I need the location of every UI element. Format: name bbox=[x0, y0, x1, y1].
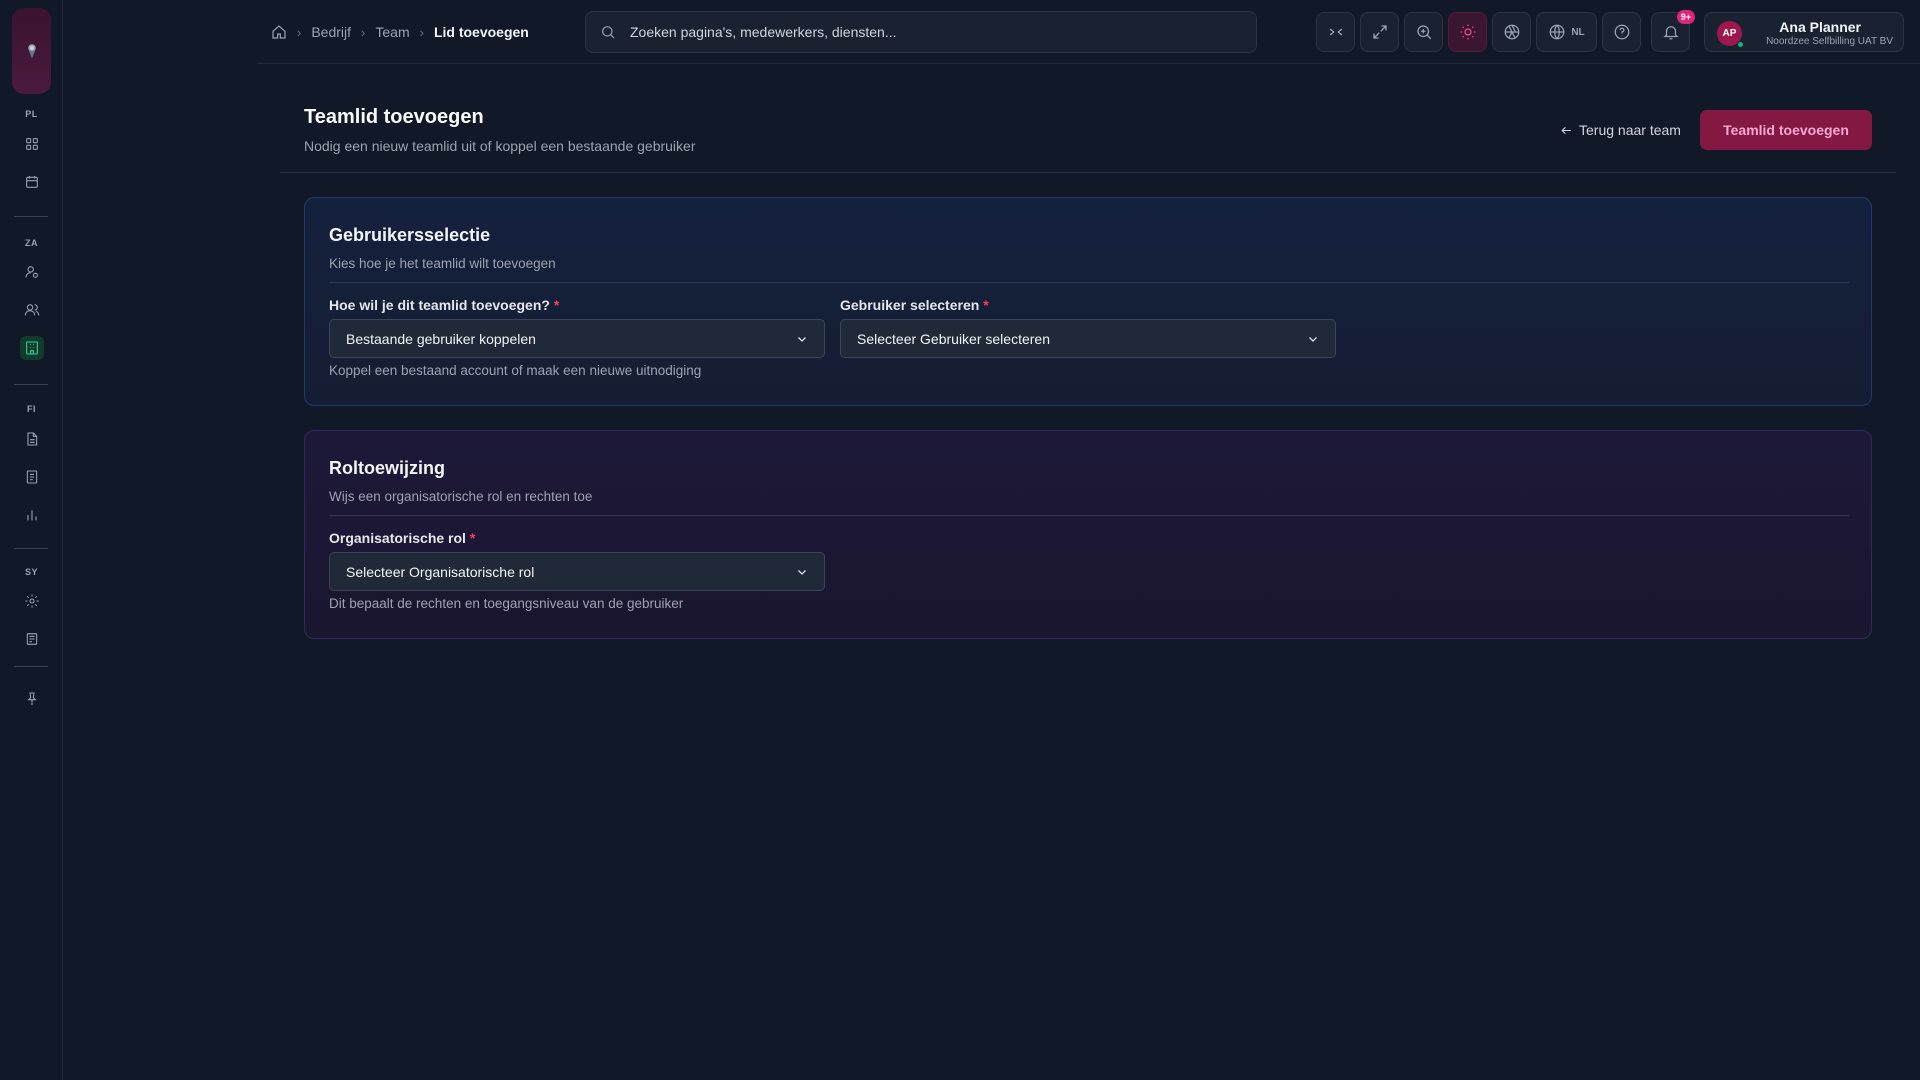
logo-icon bbox=[27, 44, 36, 59]
card-title: Gebruikersselectie bbox=[329, 225, 491, 245]
sidebar-divider bbox=[14, 216, 48, 217]
breadcrumb-separator: › bbox=[361, 24, 366, 40]
sidebar-section-label: SY bbox=[24, 567, 38, 577]
sidebar-section-label: PL bbox=[25, 109, 38, 119]
calendar-icon bbox=[26, 176, 38, 188]
role-select[interactable]: Selecteer Organisatorische rol bbox=[329, 552, 825, 591]
sidebar-section-label: ZA bbox=[25, 238, 38, 248]
notifications-button[interactable]: 9+ bbox=[1651, 10, 1695, 52]
zoom-in-icon bbox=[1416, 25, 1431, 40]
breadcrumb-separator: › bbox=[297, 24, 302, 40]
sidebar-item-company[interactable] bbox=[20, 336, 44, 360]
arrow-left-icon bbox=[1561, 126, 1571, 134]
help-icon bbox=[1614, 24, 1629, 40]
user-field-label: Gebruiker selecteren * bbox=[840, 297, 989, 313]
sidebar-item-logs[interactable] bbox=[20, 627, 44, 651]
sidebar-item-user-settings[interactable] bbox=[20, 260, 44, 284]
sidebar-item-users[interactable] bbox=[20, 298, 44, 322]
sidebar-divider bbox=[14, 384, 48, 385]
gear-icon bbox=[25, 594, 39, 608]
page-title: Teamlid toevoegen bbox=[304, 106, 484, 128]
breadcrumb-current: Lid toevoegen bbox=[433, 24, 529, 40]
sidebar-item-documents[interactable] bbox=[20, 427, 44, 451]
user-select-value: Selecteer Gebruiker selecteren bbox=[857, 330, 1050, 347]
global-search[interactable] bbox=[585, 11, 1257, 53]
user-selection-card: Gebruikersselectie Kies hoe je het teaml… bbox=[304, 197, 1872, 406]
pin-icon bbox=[27, 692, 37, 705]
user-name: Ana Planner bbox=[1779, 19, 1861, 35]
user-menu-button[interactable]: AP Ana Planner Noordzee Selfbilling UAT … bbox=[1704, 12, 1904, 52]
globe-icon bbox=[1549, 24, 1565, 40]
bell-icon bbox=[1662, 26, 1679, 40]
sidebar-item-dashboard[interactable] bbox=[20, 132, 44, 156]
appearance-button[interactable] bbox=[1492, 12, 1531, 52]
card-title: Roltoewijzing bbox=[329, 458, 445, 478]
search-icon bbox=[602, 26, 615, 39]
document-icon bbox=[27, 432, 38, 446]
chevron-down-icon bbox=[1309, 336, 1317, 342]
page-subtitle: Nodig een nieuw teamlid uit of koppel ee… bbox=[304, 138, 696, 154]
sidebar-item-calendar[interactable] bbox=[20, 170, 44, 194]
method-help-text: Koppel een bestaand account of maak een … bbox=[329, 363, 702, 378]
user-cog-icon bbox=[25, 266, 38, 278]
breadcrumb-item-company[interactable]: Bedrijf bbox=[311, 24, 351, 40]
bar-chart-icon bbox=[27, 510, 37, 521]
app-logo[interactable] bbox=[12, 8, 51, 94]
required-marker: * bbox=[983, 297, 989, 313]
sidebar: PL ZA FI SY bbox=[0, 0, 63, 1080]
required-marker: * bbox=[553, 297, 560, 313]
search-input[interactable] bbox=[630, 24, 1190, 40]
sidebar-item-reports[interactable] bbox=[20, 503, 44, 527]
sidebar-section-label: FI bbox=[27, 404, 36, 414]
breadcrumb-separator: › bbox=[419, 24, 424, 40]
role-select-value: Selecteer Organisatorische rol bbox=[346, 563, 535, 580]
fullscreen-button[interactable] bbox=[1360, 12, 1399, 52]
dashboard-icon bbox=[26, 138, 38, 150]
card-divider bbox=[329, 282, 1849, 283]
collapse-button[interactable] bbox=[1316, 12, 1355, 52]
chevron-down-icon bbox=[798, 569, 806, 575]
user-select[interactable]: Selecteer Gebruiker selecteren bbox=[840, 319, 1336, 358]
sidebar-item-invoices[interactable] bbox=[20, 465, 44, 489]
sidebar-pin-button[interactable] bbox=[20, 687, 44, 711]
role-assignment-card: Roltoewijzing Wijs een organisatorische … bbox=[304, 430, 1872, 639]
home-icon[interactable] bbox=[271, 24, 287, 40]
language-button[interactable]: NL bbox=[1536, 12, 1597, 52]
invoice-icon bbox=[26, 470, 38, 484]
back-to-team-link[interactable]: Terug naar team bbox=[1560, 122, 1681, 138]
breadcrumb-item-team[interactable]: Team bbox=[375, 24, 409, 40]
collapse-icon bbox=[1329, 28, 1342, 36]
building-icon bbox=[26, 341, 38, 355]
help-button[interactable] bbox=[1602, 12, 1641, 52]
method-field-label: Hoe wil je dit teamlid toevoegen? * bbox=[329, 297, 560, 313]
required-marker: * bbox=[469, 530, 476, 546]
sidebar-divider bbox=[14, 548, 48, 549]
method-select-value: Bestaande gebruiker koppelen bbox=[346, 330, 536, 347]
user-company: Noordzee Selfbilling UAT BV bbox=[1766, 36, 1893, 47]
sun-icon bbox=[1460, 24, 1475, 40]
card-subtitle: Kies hoe je het teamlid wilt toevoegen bbox=[329, 256, 556, 271]
notifications-badge: 9+ bbox=[1676, 10, 1695, 24]
back-to-team-label: Terug naar team bbox=[1579, 122, 1681, 138]
method-select[interactable]: Bestaande gebruiker koppelen bbox=[329, 319, 825, 358]
theme-toggle-button[interactable] bbox=[1448, 12, 1487, 52]
online-status-dot bbox=[1737, 41, 1744, 48]
card-divider bbox=[329, 515, 1849, 516]
sidebar-divider bbox=[14, 666, 48, 667]
sidebar-item-settings[interactable] bbox=[20, 589, 44, 613]
role-field-label: Organisatorische rol * bbox=[329, 530, 476, 546]
top-header: › Bedrijf › Team › Lid toevoegen NL 9+ A… bbox=[257, 0, 1920, 64]
add-team-member-button[interactable]: Teamlid toevoegen bbox=[1700, 110, 1872, 150]
logs-icon bbox=[26, 633, 38, 645]
language-code: NL bbox=[1571, 26, 1585, 38]
zoom-button[interactable] bbox=[1404, 12, 1443, 52]
role-help-text: Dit bepaalt de rechten en toegangsniveau… bbox=[329, 596, 684, 611]
chevron-down-icon bbox=[798, 336, 806, 342]
page-divider bbox=[280, 172, 1896, 173]
expand-icon bbox=[1372, 25, 1387, 39]
users-icon bbox=[24, 304, 40, 316]
card-subtitle: Wijs een organisatorische rol en rechten… bbox=[329, 489, 593, 504]
breadcrumb: › Bedrijf › Team › Lid toevoegen bbox=[271, 22, 529, 42]
aperture-icon bbox=[1504, 24, 1519, 40]
